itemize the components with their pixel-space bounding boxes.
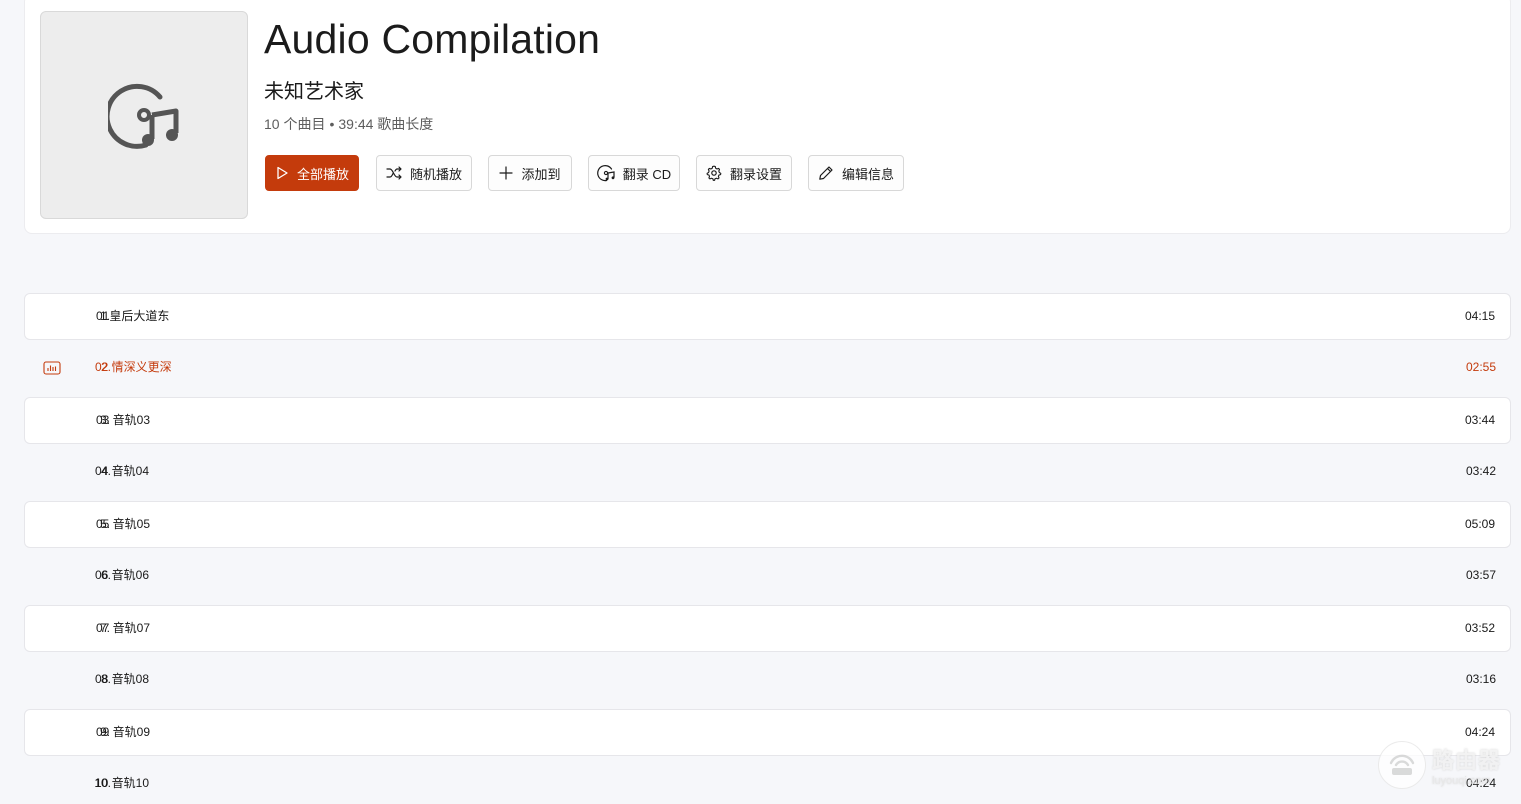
album-duration: 39:44 歌曲长度 [338, 116, 434, 132]
track-title: 02 情深义更深 [95, 360, 172, 374]
watermark-text: 路由器 luyouqi.com [1432, 743, 1501, 787]
album-page: Audio Compilation 未知艺术家 10 个曲目 • 39:44 歌曲长… [0, 0, 1521, 804]
track-duration: 04:15 [1464, 309, 1495, 323]
site-watermark: 路由器 luyouqi.com [1378, 736, 1518, 794]
track-duration: 03:42 [1465, 464, 1496, 478]
play-all-button[interactable]: 全部播放 [265, 155, 359, 191]
plus-icon [499, 166, 514, 180]
rip-cd-label: 翻录 CD [622, 166, 672, 182]
shuffle-button[interactable]: 随机播放 [376, 155, 472, 191]
track-row[interactable]: 4. 04 音轨04 03:42 [24, 449, 1511, 496]
track-title: 04 音轨04 [95, 464, 150, 478]
track-duration: 03:16 [1465, 672, 1496, 686]
track-count: 10 个曲目 [264, 116, 326, 132]
rip-settings-label: 翻录设置 [729, 166, 782, 182]
album-meta: 10 个曲目 • 39:44 歌曲长度 [264, 114, 433, 134]
track-duration: 05:09 [1464, 517, 1495, 531]
track-row[interactable]: 7. 07 音轨07 03:52 [24, 605, 1511, 652]
track-row-now-playing[interactable]: 2. 02 情深义更深 02:55 [24, 345, 1511, 392]
track-title: 10 音轨10 [95, 776, 150, 790]
gear-icon [706, 165, 722, 181]
track-title: 09 音轨09 [96, 725, 151, 739]
router-logo-icon [1378, 741, 1426, 789]
track-duration: 03:52 [1464, 621, 1495, 635]
shuffle-label: 随机播放 [409, 166, 462, 182]
play-icon [277, 166, 288, 180]
track-title: 08 音轨08 [95, 672, 150, 686]
track-row[interactable]: 8. 08 音轨08 03:16 [24, 657, 1511, 704]
track-row[interactable]: 3. 03 音轨03 03:44 [24, 397, 1511, 444]
track-row[interactable]: 9. 09 音轨09 04:24 [24, 709, 1511, 756]
edit-info-button[interactable]: 编辑信息 [808, 155, 904, 191]
track-title: 07 音轨07 [96, 621, 151, 635]
track-title: 01皇后大道东 [96, 309, 170, 323]
rip-cd-button[interactable]: 翻录 CD [588, 155, 680, 191]
track-row[interactable]: 1. 01皇后大道东 04:15 [24, 293, 1511, 340]
track-duration: 03:44 [1464, 413, 1495, 427]
track-duration: 02:55 [1465, 360, 1496, 374]
music-disc-icon [108, 83, 179, 149]
meta-separator: • [329, 116, 335, 132]
album-artist-link[interactable]: 未知艺术家 [264, 75, 364, 104]
watermark-main: 路由器 [1432, 748, 1502, 773]
watermark-sub: luyouqi.com [1432, 775, 1491, 787]
track-title: 03 音轨03 [96, 413, 151, 427]
edit-info-label: 编辑信息 [841, 166, 894, 182]
album-art [40, 11, 248, 219]
album-title: Audio Compilation [264, 16, 601, 62]
pencil-icon [819, 166, 833, 180]
play-all-label: 全部播放 [296, 166, 349, 182]
track-row[interactable]: 5. 05 音轨05 05:09 [24, 501, 1511, 548]
rip-settings-button[interactable]: 翻录设置 [696, 155, 792, 191]
track-duration: 03:57 [1465, 568, 1496, 582]
track-row[interactable]: 6. 06 音轨06 03:57 [24, 553, 1511, 600]
track-title: 06 音轨06 [95, 568, 150, 582]
disc-music-icon [596, 165, 615, 182]
add-to-label: 添加到 [521, 166, 561, 182]
track-title: 05 音轨05 [96, 517, 151, 531]
add-to-button[interactable]: 添加到 [488, 155, 572, 191]
track-row[interactable]: 10. 10 音轨10 04:24 [24, 761, 1511, 804]
shuffle-icon [386, 166, 402, 180]
